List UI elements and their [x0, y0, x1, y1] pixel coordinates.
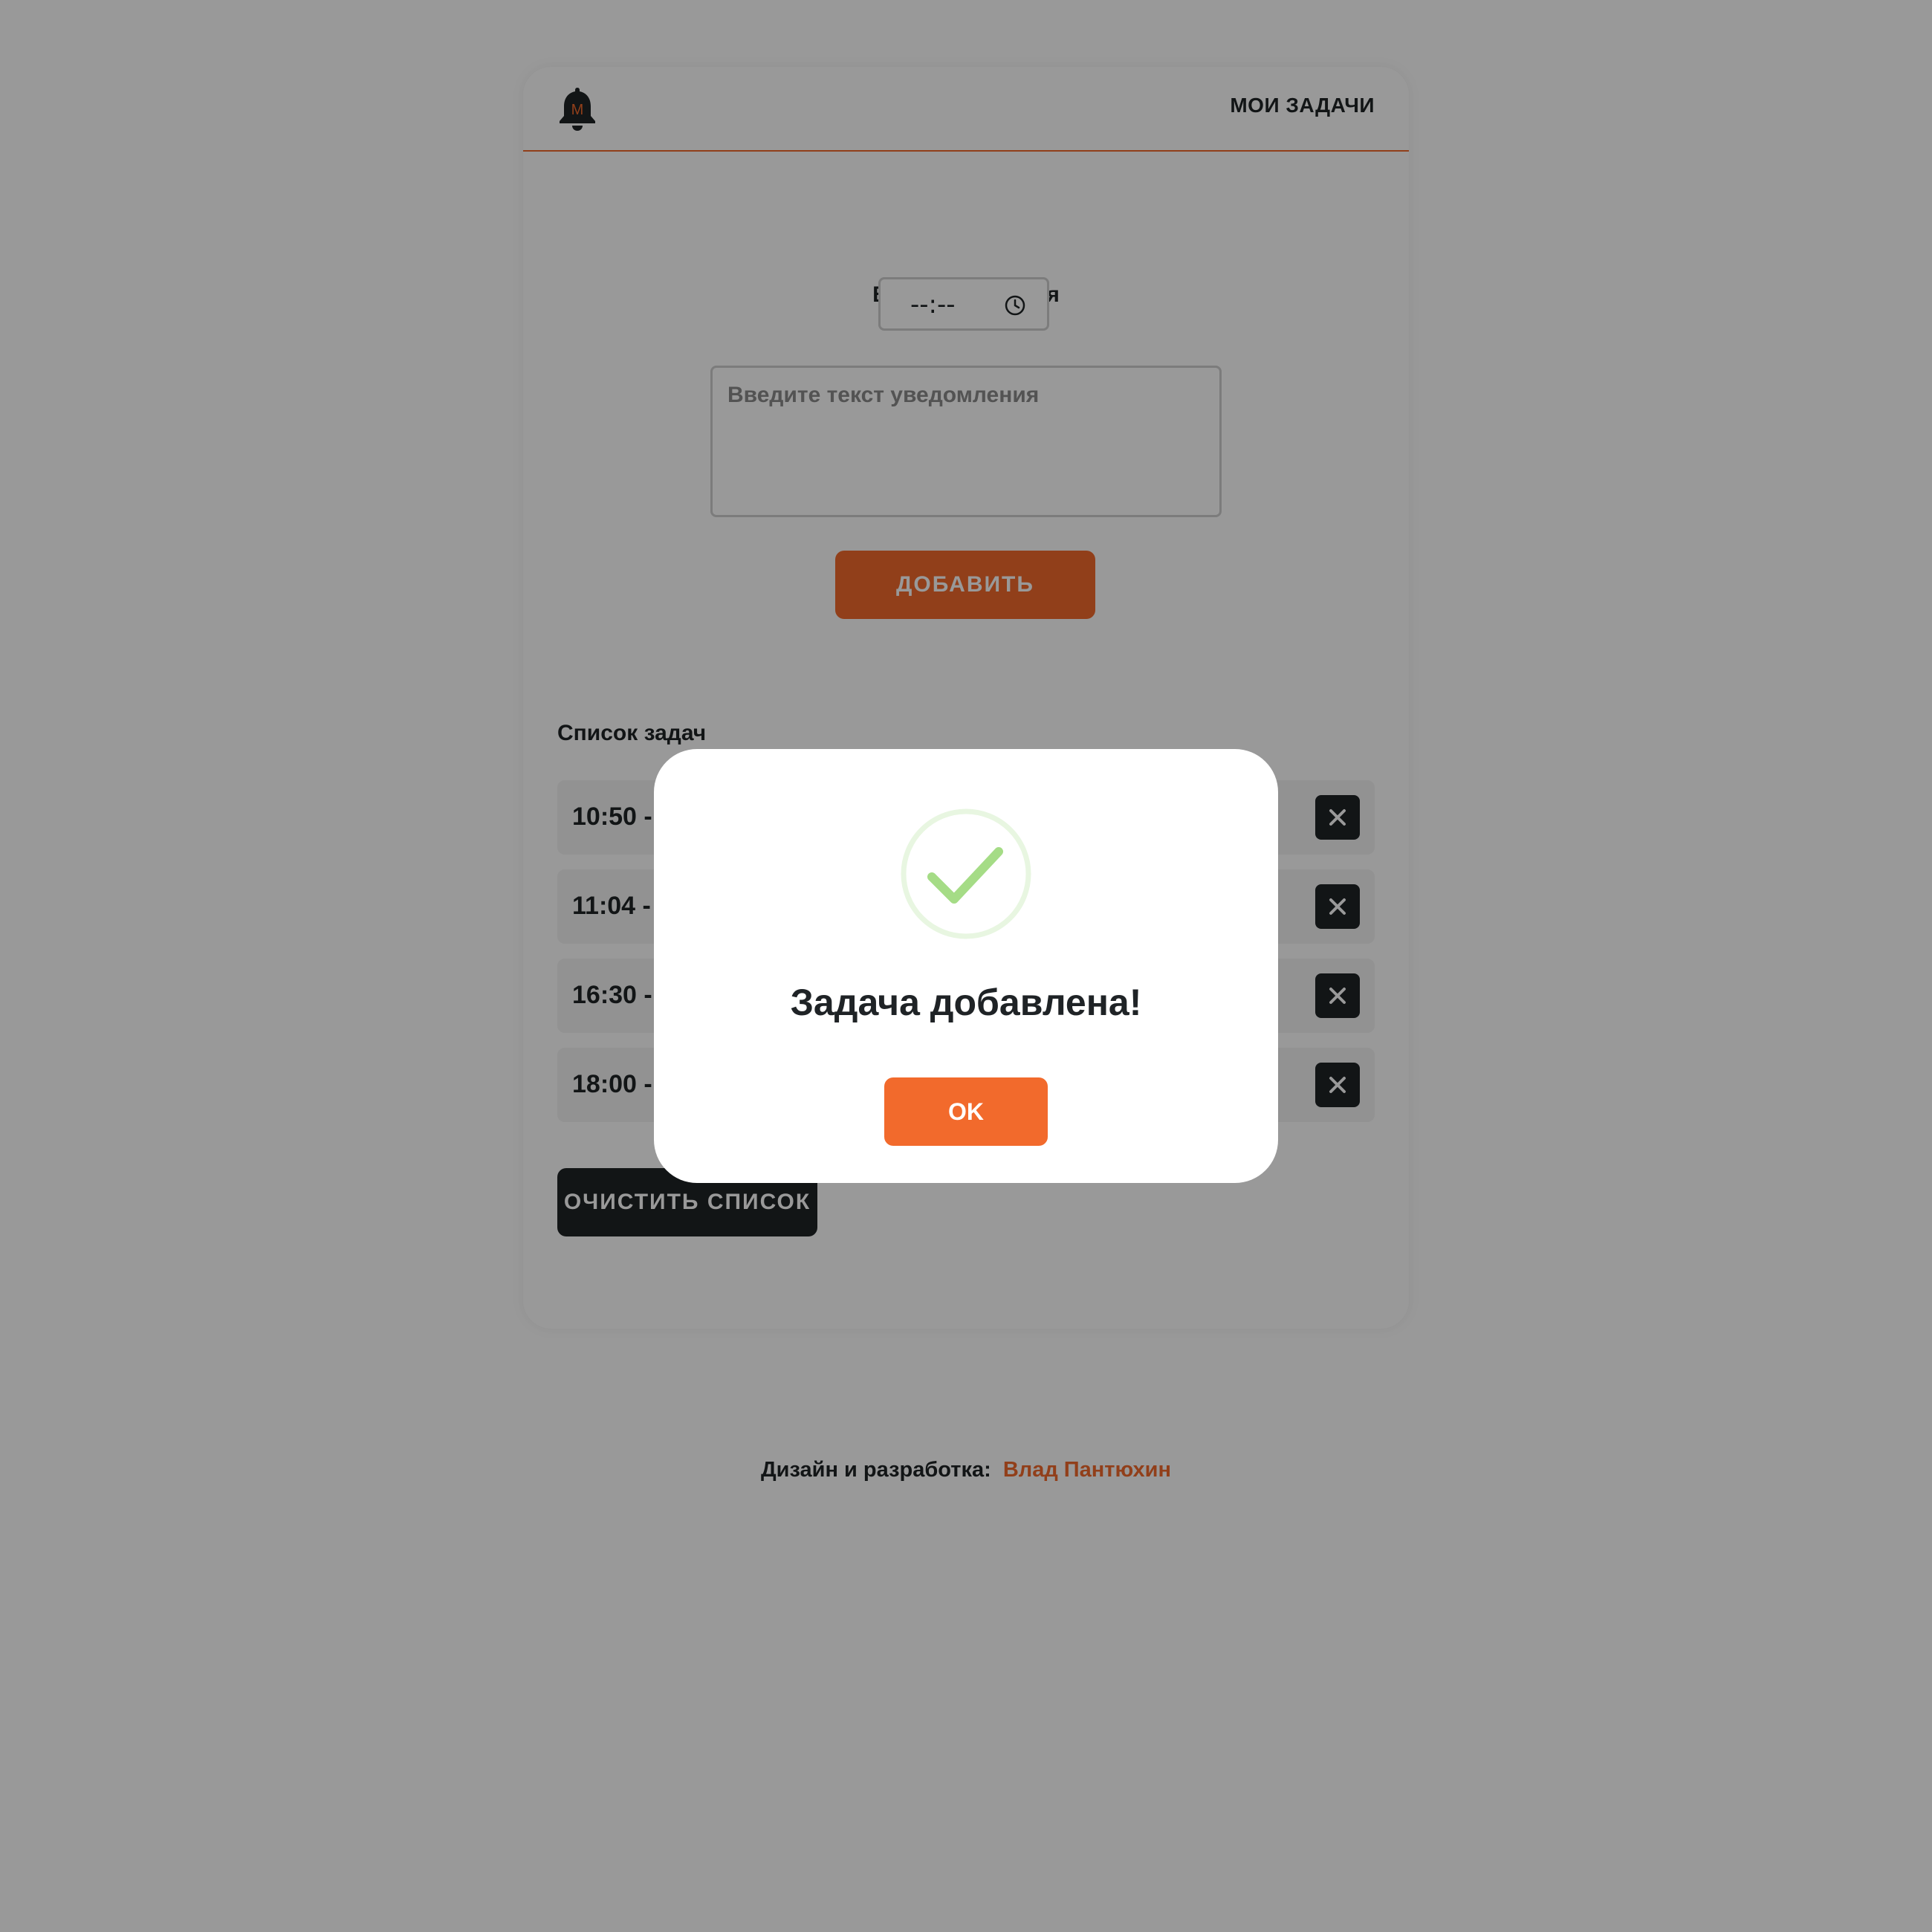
check-circle-icon — [901, 808, 1031, 939]
success-modal: Задача добавлена! OK — [654, 749, 1278, 1183]
modal-title: Задача добавлена! — [790, 982, 1142, 1023]
ok-button[interactable]: OK — [884, 1077, 1048, 1146]
